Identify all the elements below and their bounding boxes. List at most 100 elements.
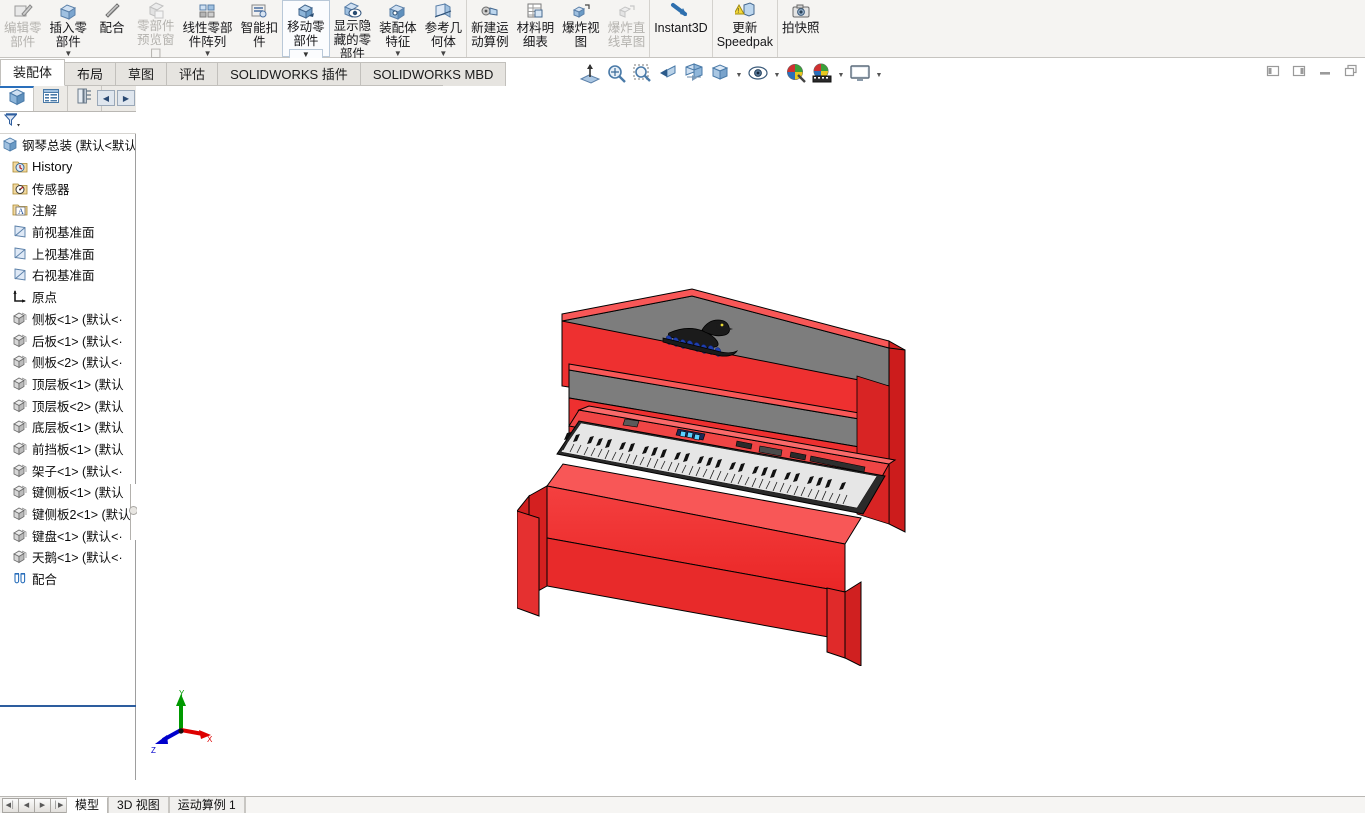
component-preview-icon	[146, 1, 166, 19]
restore-window-icon[interactable]	[1343, 63, 1359, 79]
ribbon-button-reference-geometry[interactable]: 参考几 何体 ▼	[421, 0, 467, 58]
tree-item-label: 架子<1> (默认<·	[32, 464, 123, 479]
view-button-section-view[interactable]	[578, 63, 602, 87]
first-icon[interactable]: ◀│	[2, 797, 19, 813]
tree-item[interactable]: 传感器	[0, 177, 135, 199]
tree-item[interactable]: 键侧板2<1> (默认	[0, 503, 135, 525]
view-button-zoom-to-area[interactable]	[630, 63, 654, 87]
view-button-previous-view[interactable]	[656, 63, 680, 87]
view-button-apply-scene[interactable]	[810, 63, 834, 87]
tree-item[interactable]: A 注解	[0, 199, 135, 221]
chevron-down-icon[interactable]: ▼	[772, 63, 782, 87]
reference-geometry-icon	[433, 1, 453, 21]
part-icon	[12, 548, 29, 565]
tree-item[interactable]: 后板<1> (默认<·	[0, 329, 135, 351]
tab-nav-buttons: ◀│ ◀ ▶ │▶	[0, 797, 67, 813]
chevron-down-icon[interactable]: ▼	[439, 50, 447, 58]
assembly-features-icon	[388, 1, 408, 21]
filter-icon[interactable]	[2, 112, 22, 133]
part-icon	[12, 462, 29, 479]
document-tab-2[interactable]: 运动算例 1	[168, 797, 245, 813]
tree-item[interactable]: 顶层板<1> (默认	[0, 373, 135, 395]
prev-icon[interactable]: ◀	[18, 797, 35, 813]
tree-item[interactable]: 键侧板<1> (默认	[0, 481, 135, 503]
ribbon-button-update-speedpak[interactable]: ! 更新 Speedpak	[713, 0, 777, 57]
tree-item[interactable]: 侧板<2> (默认<·	[0, 351, 135, 373]
tree-item[interactable]: 侧板<1> (默认<·	[0, 308, 135, 330]
view-button-zoom-to-fit[interactable]	[604, 63, 628, 87]
ribbon-button-show-hidden-components[interactable]: 显示隐 藏的零 部件	[330, 0, 376, 61]
view-button-hide-show-items[interactable]	[746, 63, 770, 87]
restore-right-icon[interactable]	[1291, 63, 1307, 79]
update-speedpak-icon: !	[734, 1, 755, 21]
tree-item[interactable]: 天鹅<1> (默认<·	[0, 546, 135, 568]
tree-item[interactable]: 前挡板<1> (默认	[0, 438, 135, 460]
tree-item[interactable]: 顶层板<2> (默认	[0, 394, 135, 416]
hide-show-items-icon	[747, 62, 769, 89]
ribbon-button-smart-fasteners[interactable]: 智能扣 件	[237, 0, 283, 57]
part-icon	[12, 505, 29, 522]
chevron-down-icon[interactable]: ▼	[734, 63, 744, 87]
chevron-down-icon[interactable]: ▼	[204, 50, 212, 58]
tab-item-5[interactable]: SOLIDWORKS MBD	[359, 62, 507, 86]
ribbon-button-insert-component[interactable]: 插入零 部件 ▼	[46, 0, 92, 58]
document-tab-1[interactable]: 3D 视图	[108, 797, 169, 813]
tab-item-1[interactable]: 布局	[64, 62, 117, 86]
last-icon[interactable]: │▶	[50, 797, 67, 813]
feature-tree[interactable]: 钢琴总装 (默认<默认 History 传感器 A 注解 前视基准面 上视基准面 右视基准面原…	[0, 134, 135, 705]
chevron-down-icon[interactable]: ▼	[836, 63, 846, 87]
tab-item-4[interactable]: SOLIDWORKS 插件	[217, 62, 361, 86]
origin-icon	[12, 288, 29, 305]
show-hidden-components-icon	[342, 1, 362, 19]
tab-item-2[interactable]: 草图	[115, 62, 168, 86]
ribbon-button-exploded-view[interactable]: 爆炸视 图	[558, 0, 604, 57]
graphics-area[interactable]: Y X Z	[137, 86, 1365, 796]
view-button-view-orientation[interactable]	[682, 62, 706, 87]
minimize-icon[interactable]	[1317, 63, 1333, 79]
chevron-down-icon[interactable]: ▼	[874, 63, 884, 87]
tab-item-3[interactable]: 评估	[166, 62, 219, 86]
ribbon-button-mate[interactable]: 配合	[91, 0, 133, 57]
tree-item[interactable]: 钢琴总装 (默认<默认	[0, 134, 135, 156]
nav-right-icon[interactable]: ▶	[117, 90, 135, 106]
part-icon	[12, 375, 29, 392]
ribbon-button-move-component[interactable]: 移动零 部件 ▼	[282, 0, 330, 60]
ribbon-button-assembly-features[interactable]: 装配体 特征 ▼	[375, 0, 421, 58]
view-button-display-style[interactable]	[708, 63, 732, 87]
document-tab-0[interactable]: 模型	[66, 797, 109, 813]
tree-item[interactable]: 右视基准面	[0, 264, 135, 286]
tree-item[interactable]: 底层板<1> (默认	[0, 416, 135, 438]
tree-item[interactable]: 键盘<1> (默认<·	[0, 524, 135, 546]
next-icon[interactable]: ▶	[34, 797, 51, 813]
tree-item[interactable]: 架子<1> (默认<·	[0, 459, 135, 481]
tree-item[interactable]: 上视基准面	[0, 242, 135, 264]
view-button-edit-appearance[interactable]	[784, 63, 808, 87]
piano-assembly-model[interactable]	[517, 286, 937, 666]
ribbon-button-bill-of-materials[interactable]: 材料明 细表	[513, 0, 559, 57]
pane-tab-property-manager[interactable]	[34, 86, 68, 111]
chevron-down-icon[interactable]: ▼	[64, 50, 72, 58]
ribbon-button-component-preview: 零部件 预览窗 口	[133, 0, 179, 61]
tab-assembly[interactable]: 装配体	[0, 59, 66, 86]
tree-item[interactable]: 前视基准面	[0, 221, 135, 243]
ribbon-button-linear-component-pattern[interactable]: 线性零部 件阵列 ▼	[179, 0, 237, 58]
ribbon-button-label: 新建运 动算例	[471, 21, 509, 49]
tree-item[interactable]: History	[0, 156, 135, 178]
part-icon	[12, 310, 29, 327]
tree-item[interactable]: 原点	[0, 286, 135, 308]
tree-item[interactable]: 配合	[0, 568, 135, 590]
ribbon-button-instant3d[interactable]: Instant3D	[650, 0, 712, 57]
ribbon-button-take-snapshot[interactable]: 拍快照	[778, 0, 824, 57]
ribbon-button-label: 线性零部 件阵列	[182, 21, 233, 49]
svg-text:A: A	[18, 207, 24, 216]
display-style-icon	[709, 62, 731, 89]
ribbon-button-new-motion-study[interactable]: 新建运 动算例	[467, 0, 513, 57]
nav-left-icon[interactable]: ◀	[97, 90, 115, 106]
ribbon-button-label: 爆炸视 图	[562, 21, 600, 49]
tree-filter-bar[interactable]	[0, 112, 136, 134]
view-button-view-settings[interactable]	[848, 63, 872, 87]
pane-tab-feature-manager-tree[interactable]	[0, 86, 34, 111]
ribbon-group-3: ! 更新 Speedpak	[713, 0, 779, 57]
restore-left-icon[interactable]	[1265, 63, 1281, 79]
chevron-down-icon[interactable]: ▼	[394, 50, 402, 58]
